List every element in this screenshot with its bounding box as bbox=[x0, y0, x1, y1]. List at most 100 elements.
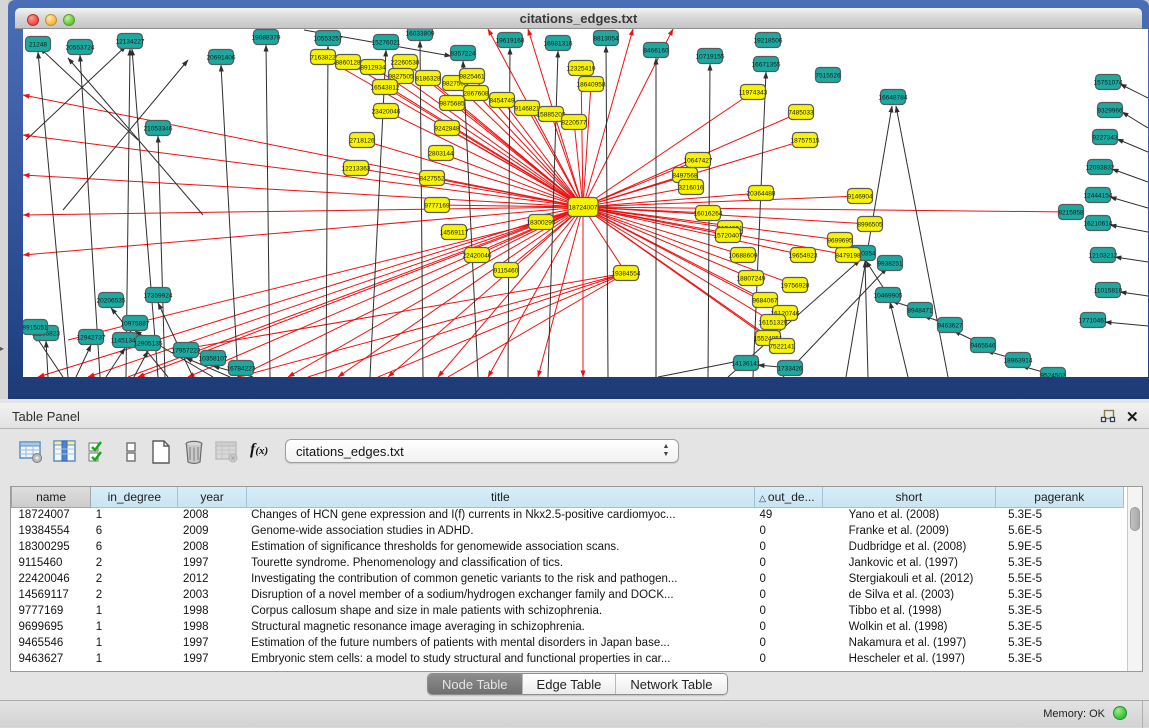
graph-edge[interactable] bbox=[1112, 169, 1148, 182]
graph-node[interactable]: 9524502 bbox=[1040, 368, 1066, 378]
graph-node[interactable]: 8813054 bbox=[593, 31, 619, 46]
graph-edge[interactable] bbox=[1110, 197, 1148, 208]
graph-node[interactable]: 18963914 bbox=[1004, 353, 1033, 368]
cell-out_degree[interactable]: 0 bbox=[754, 555, 822, 571]
graph-node[interactable]: 17710461 bbox=[1079, 313, 1108, 328]
cell-pagerank[interactable]: 5.3E-5 bbox=[995, 619, 1123, 635]
graph-node[interactable]: 9227343 bbox=[1092, 130, 1118, 145]
cell-pagerank[interactable]: 5.3E-5 bbox=[995, 587, 1123, 603]
graph-node[interactable]: 23420046 bbox=[372, 104, 401, 119]
graph-node[interactable]: 10469905 bbox=[874, 288, 903, 303]
select-all-icon[interactable] bbox=[86, 439, 112, 465]
graph-node[interactable]: 8454749 bbox=[489, 93, 515, 108]
cell-in_degree[interactable]: 1 bbox=[91, 635, 178, 651]
graph-edge[interactable] bbox=[1105, 322, 1148, 326]
delete-column-icon[interactable] bbox=[181, 439, 207, 465]
graph-node[interactable]: 16648784 bbox=[879, 90, 908, 105]
graph-node[interactable]: 20206535 bbox=[97, 293, 126, 308]
cell-title[interactable]: Investigating the contribution of common… bbox=[246, 571, 754, 587]
cell-year[interactable]: 1997 bbox=[178, 635, 246, 651]
cell-in_degree[interactable]: 1 bbox=[91, 603, 178, 619]
cell-title[interactable]: Structural magnetic resonance image aver… bbox=[246, 619, 754, 635]
cell-out_degree[interactable]: 0 bbox=[754, 651, 822, 667]
graph-edge[interactable] bbox=[865, 261, 868, 377]
graph-node[interactable]: 8186328 bbox=[415, 71, 441, 86]
graph-node[interactable]: 11015810 bbox=[1094, 283, 1123, 298]
graph-node[interactable]: 10553257 bbox=[314, 31, 343, 46]
graph-node[interactable]: 19756928 bbox=[781, 278, 810, 293]
graph-node[interactable]: 8912934 bbox=[360, 60, 386, 75]
cell-year[interactable]: 2003 bbox=[178, 587, 246, 603]
graph-edge[interactable] bbox=[583, 84, 591, 207]
table-row[interactable]: 1872400712008Changes of HCN gene express… bbox=[12, 507, 1124, 523]
graph-node[interactable]: 9684067 bbox=[752, 293, 778, 308]
graph-edge[interactable] bbox=[538, 207, 583, 377]
graph-edge[interactable] bbox=[40, 48, 138, 140]
cell-pagerank[interactable]: 5.3E-5 bbox=[995, 507, 1123, 523]
graph-edge[interactable] bbox=[1117, 139, 1148, 152]
graph-node[interactable]: 12093832 bbox=[1086, 160, 1115, 175]
graph-node[interactable]: 17359924 bbox=[144, 288, 173, 303]
graph-edge[interactable] bbox=[362, 140, 583, 207]
column-header-in_degree[interactable]: in_degree bbox=[91, 487, 178, 507]
close-panel-icon[interactable]: ✕ bbox=[1126, 408, 1139, 426]
function-builder-icon[interactable]: f(x) bbox=[250, 441, 268, 459]
graph-node[interactable]: 19088379 bbox=[252, 30, 281, 45]
table-row[interactable]: 946362711997Embryonic stem cells: a mode… bbox=[12, 651, 1124, 667]
graph-node[interactable]: 8466160 bbox=[643, 43, 669, 58]
graph-node[interactable]: 20553724 bbox=[66, 40, 95, 55]
graph-node[interactable]: 2803144 bbox=[428, 146, 454, 161]
graph-node[interactable]: 12942737 bbox=[77, 330, 106, 345]
cell-short[interactable]: Stergiakouli et al. (2012) bbox=[823, 571, 995, 587]
graph-edge[interactable] bbox=[370, 50, 386, 377]
graph-node[interactable]: 9825461 bbox=[459, 69, 485, 84]
cell-short[interactable]: Wolkin et al. (1998) bbox=[823, 619, 995, 635]
cell-pagerank[interactable]: 5.3E-5 bbox=[995, 555, 1123, 571]
tab-edge-table[interactable]: Edge Table bbox=[522, 674, 616, 694]
cell-title[interactable]: Tourette syndrome. Phenomenology and cla… bbox=[246, 555, 754, 571]
graph-edge[interactable] bbox=[378, 273, 626, 377]
graph-node[interactable]: 22260538 bbox=[391, 55, 420, 70]
graph-node[interactable]: 10358107 bbox=[199, 351, 228, 366]
graph-edge[interactable] bbox=[454, 207, 583, 232]
memory-status-indicator[interactable] bbox=[1113, 706, 1127, 720]
graph-node[interactable]: 14569117 bbox=[440, 225, 469, 240]
cell-pagerank[interactable]: 5.6E-5 bbox=[995, 523, 1123, 539]
graph-node[interactable]: 16151329 bbox=[759, 315, 788, 330]
graph-node[interactable]: 12325419 bbox=[567, 61, 596, 76]
graph-node[interactable]: 8996505 bbox=[857, 217, 883, 232]
cell-short[interactable]: Hescheler et al. (1997) bbox=[823, 651, 995, 667]
cell-name[interactable]: 18724007 bbox=[12, 507, 91, 523]
cell-short[interactable]: Yano et al. (2008) bbox=[823, 507, 995, 523]
graph-edge[interactable] bbox=[326, 46, 328, 377]
column-header-year[interactable]: year bbox=[178, 487, 246, 507]
graph-edge[interactable] bbox=[35, 335, 63, 377]
graph-node[interactable]: 7515526 bbox=[815, 68, 841, 83]
cell-short[interactable]: de Silva et al. (2003) bbox=[823, 587, 995, 603]
graph-edge[interactable] bbox=[583, 196, 860, 207]
graph-node[interactable]: 7163822 bbox=[310, 50, 336, 65]
column-header-out_degree[interactable]: △out_de... bbox=[754, 487, 822, 507]
graph-node[interactable]: 20691406 bbox=[207, 50, 236, 65]
graph-node[interactable]: 9699695 bbox=[827, 233, 853, 248]
graph-node[interactable]: 9465546 bbox=[970, 338, 996, 353]
graph-edge[interactable] bbox=[26, 46, 126, 140]
network-graph-canvas[interactable]: 2124820553724121342272069140619088379105… bbox=[23, 29, 1148, 377]
cell-name[interactable]: 9463627 bbox=[12, 651, 91, 667]
column-header-name[interactable]: name bbox=[12, 487, 91, 507]
graph-edge[interactable] bbox=[80, 55, 100, 377]
table-row[interactable]: 1830029562008Estimation of significance … bbox=[12, 539, 1124, 555]
graph-node[interactable]: 1733426 bbox=[777, 361, 803, 376]
graph-node[interactable]: 18724007 bbox=[568, 198, 598, 217]
graph-node[interactable]: 12213363 bbox=[342, 161, 371, 176]
cell-year[interactable]: 2009 bbox=[178, 523, 246, 539]
cell-title[interactable]: Estimation of the future numbers of pati… bbox=[246, 635, 754, 651]
graph-node[interactable]: 8948471 bbox=[907, 303, 933, 318]
column-header-title[interactable]: title bbox=[246, 487, 754, 507]
graph-node[interactable]: 19384554 bbox=[612, 266, 641, 281]
graph-node[interactable]: 15276021 bbox=[372, 35, 401, 50]
graph-node[interactable]: 10719155 bbox=[696, 49, 725, 64]
graph-edge[interactable] bbox=[1120, 84, 1148, 98]
graph-node[interactable]: 2867608 bbox=[463, 86, 489, 101]
graph-edge[interactable] bbox=[583, 92, 753, 207]
